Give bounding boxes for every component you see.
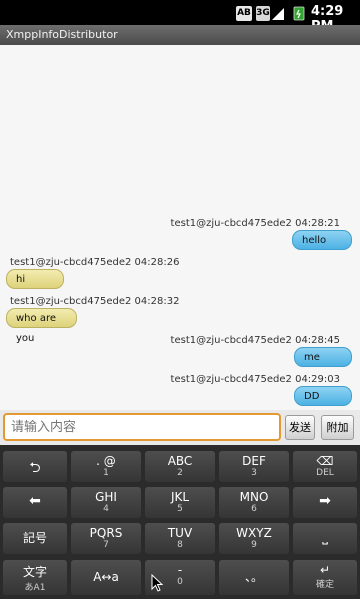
key-sublabel: 7 bbox=[103, 540, 109, 550]
chat-message-list[interactable]: test1@zju-cbcd475ede2 04:28:21 hello tes… bbox=[0, 45, 360, 410]
message-bubble-outgoing[interactable]: hello bbox=[292, 230, 352, 250]
back-key[interactable]: ⮌ bbox=[3, 451, 67, 482]
compose-bar: 发送 附加 bbox=[0, 410, 360, 445]
message-bubble-outgoing[interactable]: DD bbox=[294, 386, 352, 406]
message-header: test1@zju-cbcd475ede2 04:29:03 bbox=[171, 374, 340, 385]
message-time: 04:28:26 bbox=[134, 257, 180, 268]
message-header: test1@zju-cbcd475ede2 04:28:45 bbox=[171, 335, 340, 346]
message-bubble-outgoing[interactable]: me bbox=[294, 347, 352, 367]
key-sublabel: 3 bbox=[251, 468, 257, 478]
message-sender: test1@zju-cbcd475ede2 bbox=[170, 374, 292, 385]
key-sublabel: 確定 bbox=[315, 580, 334, 590]
send-button[interactable]: 发送 bbox=[285, 415, 315, 440]
key-sublabel: あA1 bbox=[24, 583, 46, 593]
message-sender: test1@zju-cbcd475ede2 bbox=[170, 335, 292, 346]
left-key[interactable]: ⬅ bbox=[3, 487, 67, 518]
key-label: ABC bbox=[167, 454, 193, 468]
key-sublabel: 1 bbox=[103, 468, 109, 478]
enter-key[interactable]: ↵ 確定 bbox=[293, 560, 357, 595]
app-title-bar: XmppInfoDistributor bbox=[0, 25, 360, 45]
attach-button[interactable]: 附加 bbox=[321, 415, 354, 440]
space-key[interactable]: ⎵ bbox=[293, 523, 357, 554]
message-header: test1@zju-cbcd475ede2 04:28:21 bbox=[171, 218, 340, 229]
key-label: TUV bbox=[167, 526, 193, 540]
message-text: who are you bbox=[16, 313, 56, 344]
key-label: A↔a bbox=[93, 570, 119, 584]
key-label: JKL bbox=[170, 490, 190, 504]
undo-icon: ⮌ bbox=[29, 460, 41, 476]
key-1[interactable]: . @ 1 bbox=[71, 451, 141, 482]
key-label: DEF bbox=[242, 454, 266, 468]
key-7[interactable]: PQRS 7 bbox=[71, 523, 141, 554]
message-time: 04:28:32 bbox=[134, 296, 180, 307]
key-label: 文字 bbox=[22, 565, 47, 579]
key-sublabel: 5 bbox=[177, 504, 183, 514]
right-key[interactable]: ➡ bbox=[293, 487, 357, 518]
punct-key[interactable]: 、。 bbox=[219, 560, 289, 595]
key-2[interactable]: ABC 2 bbox=[145, 451, 215, 482]
case-key[interactable]: A↔a bbox=[71, 560, 141, 595]
message-bubble-incoming[interactable]: hi bbox=[6, 269, 64, 289]
message-text: hi bbox=[16, 274, 26, 285]
status-bar: AB 3G 4:29 PM bbox=[0, 0, 360, 34]
delete-key[interactable]: ⌫ DEL bbox=[293, 451, 357, 482]
key-label: WXYZ bbox=[236, 526, 272, 540]
message-time: 04:28:45 bbox=[295, 335, 340, 346]
mouse-pointer-icon bbox=[151, 574, 163, 592]
key-label: 、。 bbox=[244, 570, 263, 584]
key-sublabel: 4 bbox=[103, 504, 109, 514]
message-input-box[interactable] bbox=[3, 413, 281, 441]
key-6[interactable]: MNO 6 bbox=[219, 487, 289, 518]
key-8[interactable]: TUV 8 bbox=[145, 523, 215, 554]
key-3[interactable]: DEF 3 bbox=[219, 451, 289, 482]
arrow-left-icon: ⬅ bbox=[29, 493, 41, 509]
message-header: test1@zju-cbcd475ede2 04:28:26 bbox=[10, 257, 179, 268]
key-label: GHI bbox=[95, 490, 117, 504]
symbol-key[interactable]: 記号 bbox=[3, 523, 67, 554]
battery-icon bbox=[293, 6, 305, 21]
message-input[interactable] bbox=[5, 415, 279, 439]
message-sender: test1@zju-cbcd475ede2 bbox=[10, 296, 132, 307]
message-header: test1@zju-cbcd475ede2 04:28:32 bbox=[10, 296, 179, 307]
mode-key[interactable]: 文字 あA1 bbox=[3, 560, 67, 595]
key-sublabel: 9 bbox=[251, 540, 257, 550]
key-label: PQRS bbox=[89, 526, 123, 540]
key-sublabel: 6 bbox=[251, 504, 257, 514]
space-icon: ⎵ bbox=[322, 529, 328, 545]
key-sublabel: DEL bbox=[316, 468, 334, 478]
key-sublabel: 2 bbox=[177, 468, 183, 478]
key-9[interactable]: WXYZ 9 bbox=[219, 523, 289, 554]
delete-icon: ⌫ bbox=[316, 454, 334, 468]
message-text: hello bbox=[302, 235, 327, 246]
app-title: XmppInfoDistributor bbox=[6, 28, 118, 41]
key-label: 記号 bbox=[22, 531, 47, 545]
message-sender: test1@zju-cbcd475ede2 bbox=[10, 257, 132, 268]
message-time: 04:29:03 bbox=[295, 374, 340, 385]
signal-icon bbox=[272, 8, 284, 20]
soft-keyboard: ⮌ . @ 1 ABC 2 DEF 3 ⌫ DEL ⬅ GHI 4 JKL 5 … bbox=[0, 445, 360, 599]
key-label: . @ bbox=[96, 454, 116, 468]
message-time: 04:28:21 bbox=[295, 218, 340, 229]
key-sublabel: 8 bbox=[177, 540, 183, 550]
enter-icon: ↵ bbox=[319, 563, 331, 577]
message-sender: test1@zju-cbcd475ede2 bbox=[170, 218, 292, 229]
message-bubble-incoming[interactable]: who are you bbox=[6, 308, 77, 344]
network-3g-icon: 3G bbox=[256, 6, 270, 21]
key-5[interactable]: JKL 5 bbox=[145, 487, 215, 518]
ab-icon: AB bbox=[236, 6, 252, 21]
message-text: me bbox=[304, 352, 320, 363]
key-4[interactable]: GHI 4 bbox=[71, 487, 141, 518]
message-text: DD bbox=[304, 391, 320, 402]
arrow-right-icon: ➡ bbox=[319, 493, 331, 509]
key-label: MNO bbox=[239, 490, 269, 504]
